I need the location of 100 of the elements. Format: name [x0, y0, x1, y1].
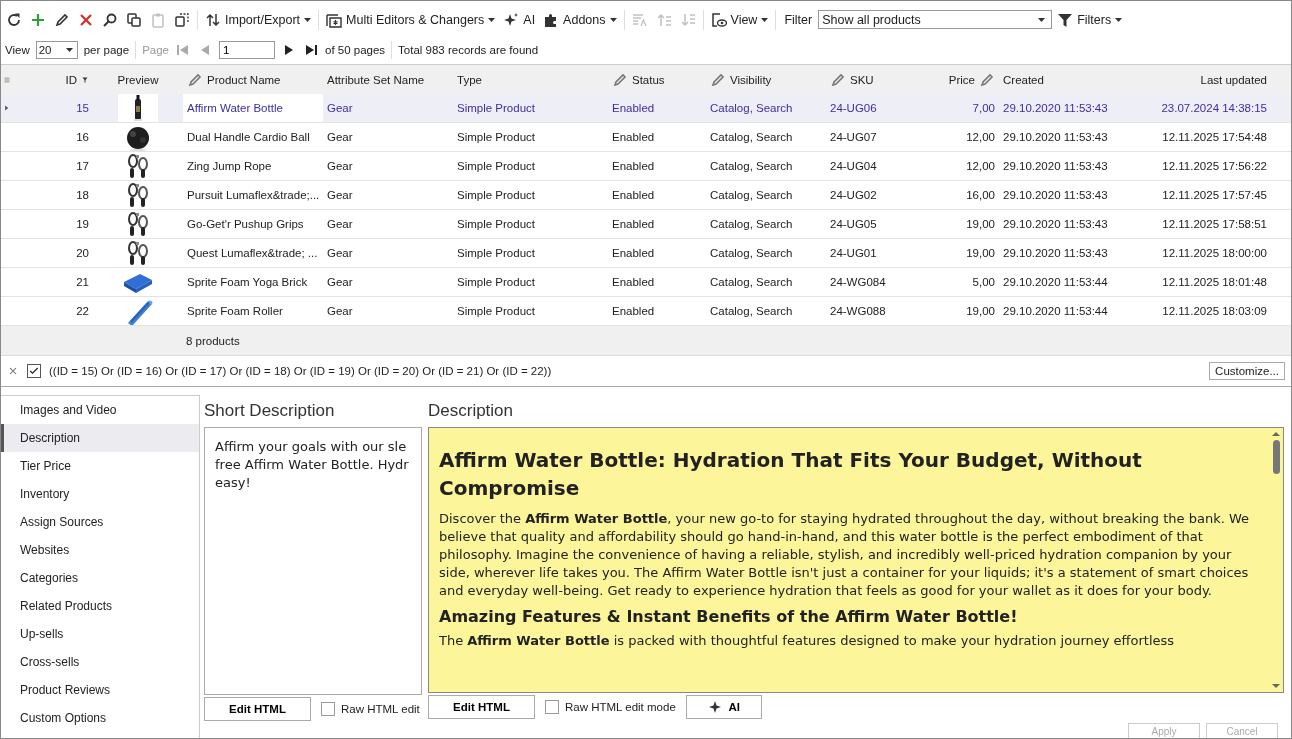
- table-cell-text: 20: [75, 246, 90, 261]
- table-cell-text: 24-WG088: [829, 304, 887, 319]
- table-cell-text: 18: [75, 188, 90, 203]
- table-cell-text: 12.11.2025 18:01:48: [1161, 275, 1268, 290]
- sparkle-icon: [503, 11, 520, 28]
- table-cell-text: 24-WG084: [829, 275, 887, 290]
- table-cell-text: Pursuit Lumaflex&trade;...: [186, 188, 321, 203]
- table-cell-text: Simple Product: [456, 188, 536, 203]
- table-cell-text: 7,00: [971, 101, 996, 116]
- ai-button[interactable]: AI: [500, 7, 539, 32]
- raw-html-checkbox[interactable]: [545, 700, 559, 715]
- caret-icon: [304, 17, 312, 22]
- table-cell-text: Enabled: [611, 217, 656, 232]
- page-input[interactable]: 1: [219, 41, 275, 59]
- sidebar-item[interactable]: Product Reviews: [1, 676, 199, 704]
- edit-html-button[interactable]: Edit HTML: [204, 697, 311, 721]
- pencil-icon: [187, 71, 203, 88]
- sidebar-item[interactable]: Categories: [1, 564, 199, 592]
- table-cell-text: 24-UG07: [829, 130, 878, 145]
- menu-button[interactable]: Import/Export: [202, 7, 315, 32]
- table-cell-text: Catalog, Search: [709, 101, 794, 116]
- first-page-button[interactable]: [175, 42, 191, 58]
- dashed-square-icon: [174, 11, 190, 28]
- table-cell-text: 12.11.2025 17:57:45: [1161, 188, 1268, 203]
- table-cell-text: Catalog, Search: [709, 275, 794, 290]
- sidebar-item[interactable]: Websites: [1, 536, 199, 564]
- menu-button[interactable]: Multi Editors & Changers: [323, 7, 499, 32]
- column-header[interactable]: Created: [1003, 73, 1044, 86]
- caret-icon: [761, 17, 769, 22]
- table-cell-text: Enabled: [611, 130, 656, 145]
- sidebar-item[interactable]: Related Products: [1, 592, 199, 620]
- table-cell-text: 19,00: [965, 246, 996, 261]
- column-header[interactable]: Last updated: [1200, 73, 1267, 86]
- table-cell-text: Catalog, Search: [709, 304, 794, 319]
- table-cell-text: 29.10.2020 11:53:43: [1002, 130, 1109, 145]
- view-label: View: [5, 44, 30, 56]
- filter-dropdown[interactable]: Show all products: [818, 10, 1053, 29]
- table-cell-text: Catalog, Search: [709, 130, 794, 145]
- table-cell-text: 12,00: [965, 159, 996, 174]
- sidebar-item[interactable]: Description: [1, 424, 199, 452]
- table-cell-text: Enabled: [611, 304, 656, 319]
- filters-menu[interactable]: Filters: [1054, 7, 1126, 32]
- sidebar-item[interactable]: Tier Price: [1, 452, 199, 480]
- column-header[interactable]: Product Name: [207, 73, 281, 86]
- table-cell-text: 12,00: [965, 130, 996, 145]
- table-cell-text: 29.10.2020 11:53:43: [1002, 246, 1109, 261]
- sidebar-item[interactable]: Images and Video: [1, 396, 199, 424]
- scrollbar-thumb[interactable]: [1272, 439, 1280, 474]
- filter-expression: ((ID = 15) Or (ID = 16) Or (ID = 17) Or (ID = 18) Or (ID = 19) Or (ID = 20) Or (ID = 21) Or (ID = 22)): [49, 365, 553, 377]
- pencil-icon: [54, 11, 70, 28]
- table-cell-text: Simple Product: [456, 101, 536, 116]
- column-header[interactable]: Type: [457, 73, 482, 86]
- page-size-dropdown[interactable]: 20: [35, 41, 78, 59]
- last-page-button[interactable]: [303, 42, 319, 58]
- menu-button[interactable]: View: [707, 7, 772, 32]
- table-cell-text: 29.10.2020 11:53:43: [1002, 159, 1109, 174]
- checkbox-label: Raw HTML edit: [341, 703, 420, 715]
- column-header[interactable]: Price: [948, 73, 975, 86]
- sort-text-icon: [631, 11, 648, 28]
- sidebar-item[interactable]: Inventory: [1, 480, 199, 508]
- caret-icon: [609, 17, 617, 22]
- edit-html-button[interactable]: Edit HTML: [428, 695, 535, 720]
- table-cell-text: 29.10.2020 11:53:43: [1002, 188, 1109, 203]
- table-cell-text: 12.11.2025 17:56:22: [1161, 159, 1268, 174]
- sidebar-item[interactable]: Cross-sells: [1, 648, 199, 676]
- table-cell-text: Enabled: [611, 246, 656, 261]
- column-header[interactable]: SKU: [850, 73, 874, 86]
- table-cell-text: Enabled: [611, 275, 656, 290]
- column-header[interactable]: ID: [65, 73, 77, 86]
- short-description-editor[interactable]: Affirm your goals with our sle free Affirm Water Bottle. Hydr easy!: [204, 427, 422, 695]
- customize-button[interactable]: Customize...: [1209, 362, 1285, 380]
- pencil-icon: [830, 71, 846, 88]
- panel-title: Short Description: [204, 401, 335, 421]
- sidebar-item[interactable]: Up-sells: [1, 620, 199, 648]
- stacked-pages-icon: [326, 11, 343, 28]
- table-cell-text: 12.11.2025 18:03:09: [1161, 304, 1268, 319]
- table-cell-text: 24-UG04: [829, 159, 878, 174]
- ai-button[interactable]: AI: [685, 695, 762, 720]
- table-cell-text: Catalog, Search: [709, 246, 794, 261]
- clipboard-icon: [150, 11, 166, 28]
- table-cell-text: 19,00: [965, 304, 996, 319]
- sidebar-item[interactable]: Assign Sources: [1, 508, 199, 536]
- sidebar-item[interactable]: Custom Options: [1, 704, 199, 732]
- table-cell-text: Simple Product: [456, 217, 536, 232]
- table-cell-text: Enabled: [611, 188, 656, 203]
- column-header[interactable]: Visibility: [730, 73, 772, 86]
- table-cell-text: 16,00: [965, 188, 996, 203]
- table-cell-text: 24-UG06: [829, 101, 878, 116]
- column-header[interactable]: Preview: [117, 73, 159, 86]
- raw-html-checkbox[interactable]: [321, 702, 335, 716]
- panel-title: Description: [428, 400, 514, 421]
- column-header[interactable]: Status: [632, 73, 665, 86]
- column-header[interactable]: Attribute Set Name: [327, 73, 425, 86]
- menu-button[interactable]: Addons: [540, 7, 620, 32]
- pencil-icon: [612, 71, 628, 88]
- first-page-icon: [175, 42, 191, 58]
- filter-checkbox[interactable]: [27, 364, 41, 378]
- table-cell-text: Catalog, Search: [709, 188, 794, 203]
- table-cell-text: 29.10.2020 11:53:44: [1002, 304, 1109, 319]
- table-cell-text: 21: [75, 275, 90, 290]
